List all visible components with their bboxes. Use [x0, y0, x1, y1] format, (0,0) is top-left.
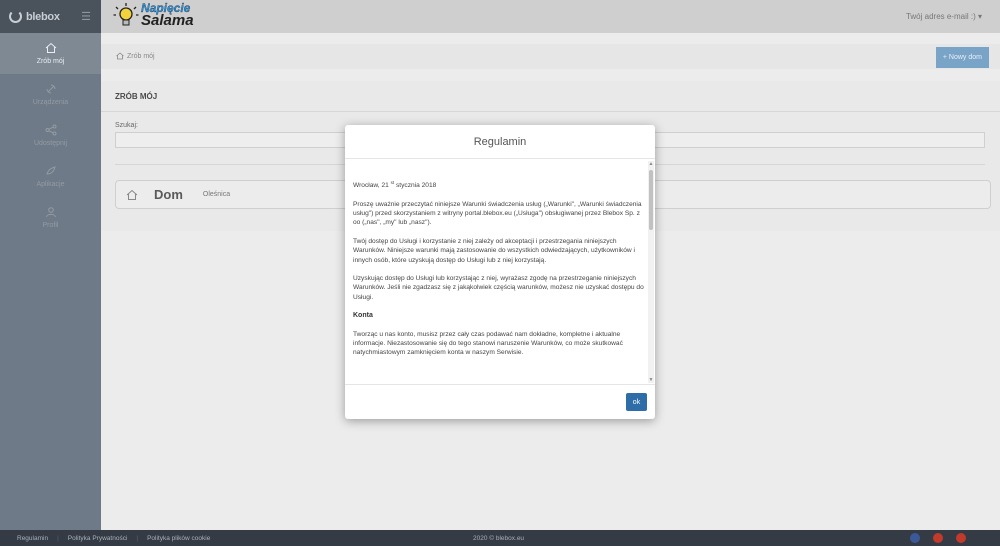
apps-icon [45, 166, 56, 175]
blebox-logo-icon [9, 10, 22, 23]
search-label: Szukaj: [115, 122, 138, 129]
menu-toggle-icon[interactable]: ☰ [81, 10, 91, 23]
scroll-up-icon[interactable]: ▲ [648, 161, 654, 167]
lightbulb-icon [113, 3, 139, 26]
terms-paragraph: Twój dostęp do Usługi i korzystanie z ni… [353, 237, 635, 264]
modal-body[interactable]: Wrocław, 21 st stycznia 2018 Proszę uważ… [345, 159, 655, 385]
date-prefix: Wrocław, 21 [353, 182, 391, 190]
home-icon [116, 52, 124, 60]
divider: | [136, 535, 139, 542]
top-bar: Napięcie Salama Twój adres e-mail :) ▾ [101, 0, 1000, 33]
blebox-logo-text: blebox [26, 10, 60, 23]
devices-icon [46, 84, 55, 94]
sidebar-item-label: Profil [42, 222, 59, 229]
divider: | [57, 535, 59, 542]
sidebar-item-label: Urządzenia [32, 99, 69, 106]
footer-link-regulamin[interactable]: Regulamin [17, 535, 48, 542]
ok-button[interactable]: ok [626, 393, 647, 411]
sidebar: blebox ☰ Zrób mój Urządzenia Udostępnij … [0, 0, 101, 530]
sidebar-item-profil[interactable]: Profil [0, 197, 101, 238]
terms-section-heading: Konta [353, 312, 373, 320]
sidebar-logo-bar: blebox ☰ [0, 0, 101, 33]
footer-link-cookies[interactable]: Polityka plików cookie [147, 535, 210, 542]
sidebar-item-udostepnij[interactable]: Udostępnij [0, 115, 101, 156]
brand-logo[interactable]: Napięcie Salama [113, 2, 194, 28]
social-links [897, 533, 966, 543]
sidebar-item-label: Udostępnij [33, 140, 68, 147]
user-menu[interactable]: Twój adres e-mail :) ▾ [906, 12, 982, 21]
terms-paragraph: Tworząc u nas konto, musisz przez cały c… [353, 330, 623, 357]
date-suffix: stycznia 2018 [394, 182, 437, 190]
home-name: Dom [154, 187, 183, 202]
modal-title: Regulamin [345, 125, 655, 159]
footer-link-privacy[interactable]: Polityka Prywatności [68, 535, 128, 542]
terms-date: Wrocław, 21 st stycznia 2018 [353, 178, 645, 191]
new-home-button[interactable]: + Nowy dom [935, 47, 989, 68]
share-icon [45, 124, 56, 136]
footer: Regulamin | Polityka Prywatności | Polit… [0, 530, 1000, 546]
home-icon [126, 189, 138, 200]
home-icon [45, 42, 56, 53]
terms-text: Wrocław, 21 st stycznia 2018 Proszę uważ… [353, 178, 645, 367]
home-location: Oleśnica [202, 191, 231, 198]
breadcrumb: Zrób mój [116, 52, 155, 60]
page-title: ZRÓB MÓJ [115, 92, 158, 101]
profile-icon [45, 207, 56, 218]
brand-line2: Salama [141, 12, 194, 29]
facebook-icon[interactable] [910, 533, 920, 543]
sidebar-item-label: Aplikacje [36, 181, 65, 188]
youtube-icon[interactable] [956, 533, 966, 543]
scrollbar-thumb[interactable] [649, 170, 653, 230]
brand-text: Napięcie Salama [141, 2, 194, 28]
scrollbar[interactable]: ▲ ▼ [648, 161, 654, 383]
footer-links: Regulamin | Polityka Prywatności | Polit… [17, 535, 210, 542]
breadcrumb-bar: Zrób mój + Nowy dom [101, 44, 1000, 69]
sidebar-item-zrob-moj[interactable]: Zrób mój [0, 33, 101, 74]
terms-paragraph: Uzyskując dostęp do Usługi lub korzystaj… [353, 275, 644, 301]
googleplus-icon[interactable] [933, 533, 943, 543]
breadcrumb-label[interactable]: Zrób mój [127, 53, 155, 60]
terms-paragraph: Proszę uważnie przeczytać niniejsze Waru… [353, 200, 642, 227]
scroll-down-icon[interactable]: ▼ [648, 377, 654, 383]
terms-modal: Regulamin Wrocław, 21 st stycznia 2018 P… [345, 125, 655, 419]
sidebar-item-label: Zrób mój [36, 58, 65, 65]
sidebar-item-urzadzenia[interactable]: Urządzenia [0, 74, 101, 115]
copyright: 2020 © blebox.eu [473, 535, 525, 542]
sidebar-item-aplikacje[interactable]: Aplikacje [0, 156, 101, 197]
divider [101, 111, 1000, 112]
